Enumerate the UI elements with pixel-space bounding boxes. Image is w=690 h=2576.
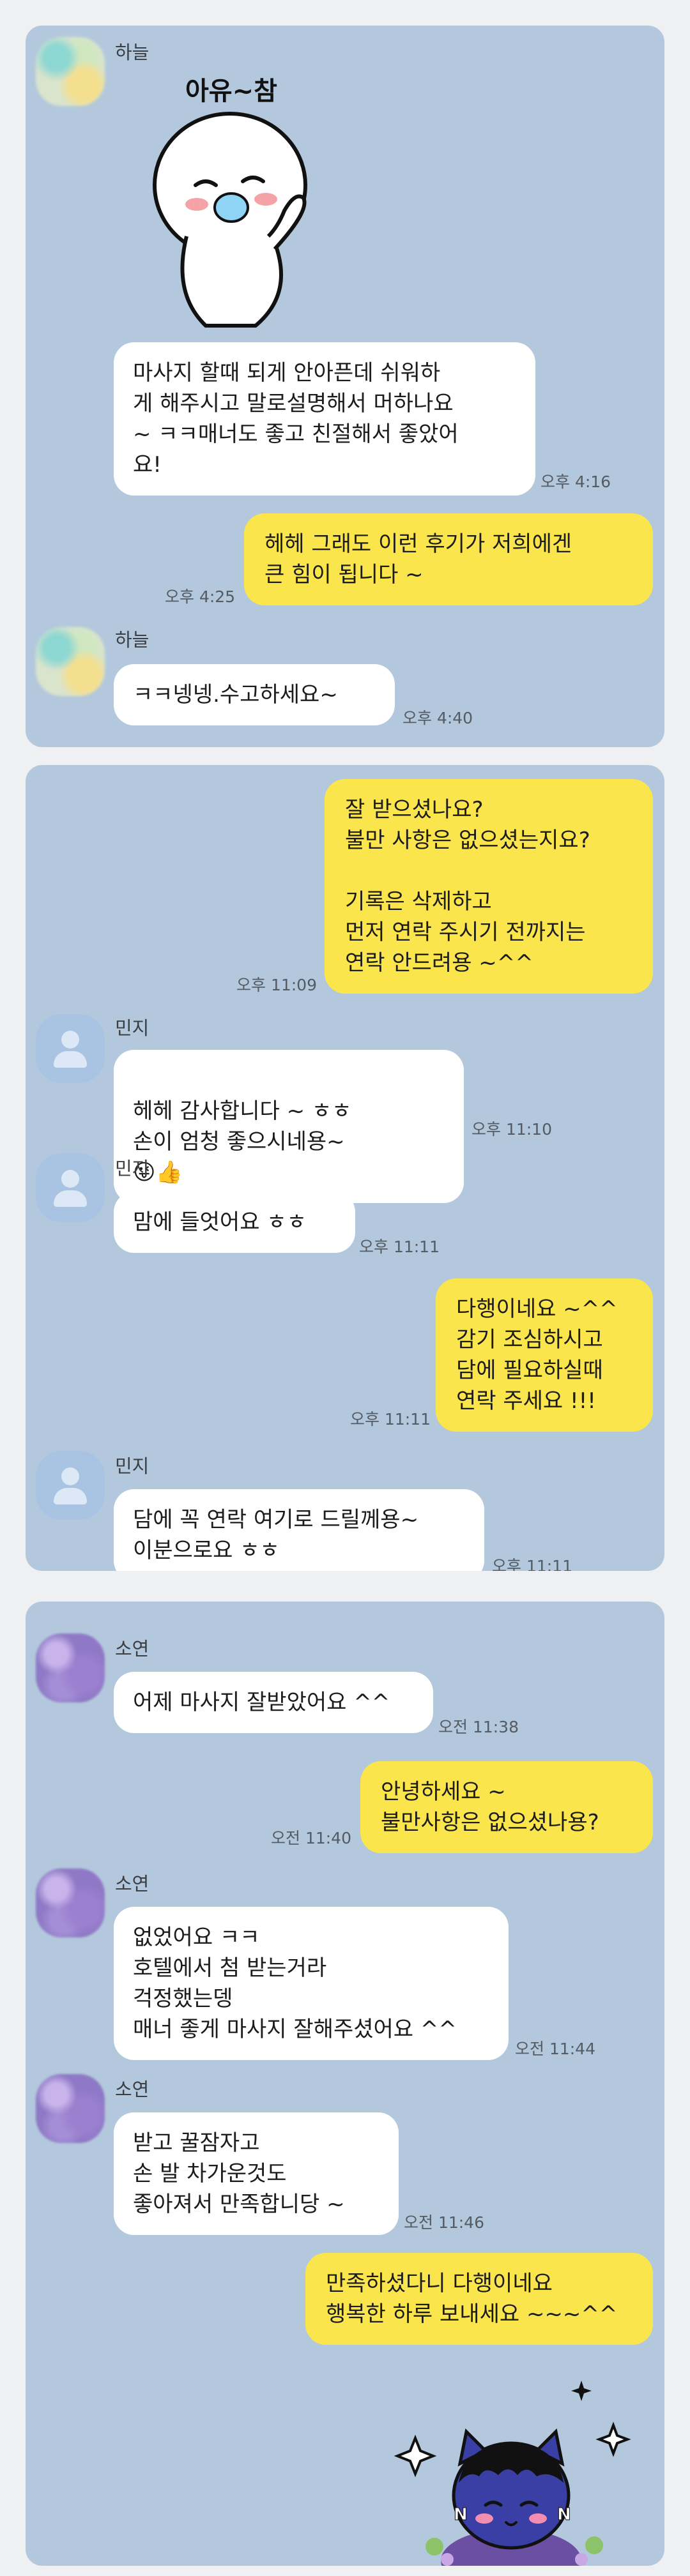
message-bubble[interactable]: ㅋㅋ넹넹.수고하세요~ xyxy=(114,664,395,725)
message-bubble[interactable]: 잘 받으셨나요? 불만 사항은 없으셨는지요? 기록은 삭제하고 먼저 연락 주… xyxy=(325,779,653,994)
svg-text:N: N xyxy=(454,2505,468,2524)
avatar[interactable] xyxy=(36,2074,105,2143)
avatar[interactable] xyxy=(36,37,105,106)
message-bubble[interactable]: 헤헤 감사합니다 ~ ㅎㅎ 손이 엄청 좋으시네용~ 😜👍 xyxy=(114,1050,464,1203)
sender-name: 민지 xyxy=(115,1455,150,1477)
emoticon-sticker[interactable]: 아유~참 xyxy=(147,70,313,328)
sender-name: 소연 xyxy=(115,1638,150,1660)
sender-name: 민지 xyxy=(115,1017,150,1039)
message-bubble[interactable]: 담에 꼭 연락 여기로 드릴께용~ 이분으로요 ㅎㅎ xyxy=(114,1489,484,1571)
message-bubble[interactable]: 헤헤 그래도 이런 후기가 저희에겐 큰 힘이 됩니다 ~ xyxy=(244,513,653,605)
message-time: 오후 4:25 xyxy=(165,587,236,606)
message-bubble[interactable]: 어제 마사지 잘받았어요 ^^ xyxy=(114,1672,433,1733)
message-bubble[interactable]: 없었어요 ㅋㅋ 호텔에서 첨 받는거라 걱정했는뎅 매너 좋게 마사지 잘해주셨… xyxy=(114,1907,509,2060)
message-time: 오후 11:11 xyxy=(359,1238,440,1256)
message-text: 헤헤 감사합니다 ~ ㅎㅎ 손이 엄청 좋으시네용~ xyxy=(133,1098,352,1155)
sender-name: 소연 xyxy=(115,2079,150,2100)
chat-panel-3: 소연 어제 마사지 잘받았어요 ^^ 오전 11:38 안녕하세요 ~ 불만사항… xyxy=(26,1602,664,2566)
message-time: 오후 4:16 xyxy=(540,473,611,491)
chat-panel-1: 하늘 아유~참 마사지 할때 되게 안아픈데 쉬워하 게 해주시고 말로설명해서… xyxy=(26,26,664,747)
sender-name: 민지 xyxy=(115,1158,150,1179)
avatar[interactable] xyxy=(36,1451,105,1520)
svg-text:N: N xyxy=(557,2505,571,2524)
message-time: 오전 11:38 xyxy=(438,1718,519,1736)
message-time: 오전 11:46 xyxy=(404,2213,484,2232)
avatar[interactable] xyxy=(36,1014,105,1083)
message-bubble[interactable]: 다행이네요 ~^^ 감기 조심하시고 담에 필요하실때 연락 주세요 !!! xyxy=(436,1278,653,1432)
emoticon-sticker[interactable]: N N xyxy=(390,2374,658,2566)
message-bubble[interactable]: 받고 꿀잠자고 손 발 차가운것도 좋아져서 만족합니당 ~ xyxy=(114,2112,399,2235)
message-time: 오전 11:40 xyxy=(271,1829,351,1847)
sender-name: 하늘 xyxy=(115,629,150,651)
message-time: 오후 11:11 xyxy=(350,1410,431,1428)
message-bubble[interactable]: 맘에 들엇어요 ㅎㅎ xyxy=(114,1192,355,1253)
message-bubble[interactable]: 마사지 할때 되게 안아픈데 쉬워하 게 해주시고 말로설명해서 머하나요 ~ … xyxy=(114,342,535,496)
message-bubble[interactable]: 만족하셨다니 다행이네요 행복한 하루 보내세요 ~~~^^ xyxy=(305,2253,653,2345)
sender-name: 소연 xyxy=(115,1873,150,1895)
message-bubble[interactable]: 안녕하세요 ~ 불만사항은 없으셨나용? xyxy=(360,1761,653,1853)
message-time: 오후 11:11 xyxy=(492,1557,572,1571)
message-time: 오후 4:40 xyxy=(402,709,473,727)
avatar[interactable] xyxy=(36,1633,105,1702)
avatar[interactable] xyxy=(36,1153,105,1222)
avatar[interactable] xyxy=(36,1868,105,1937)
message-time: 오후 11:10 xyxy=(471,1120,552,1139)
message-time: 오후 11:09 xyxy=(236,976,317,994)
sender-name: 하늘 xyxy=(115,42,150,63)
avatar[interactable] xyxy=(36,627,105,696)
message-time: 오전 11:44 xyxy=(515,2040,595,2058)
chat-panel-2: 잘 받으셨나요? 불만 사항은 없으셨는지요? 기록은 삭제하고 먼저 연락 주… xyxy=(26,765,664,1571)
